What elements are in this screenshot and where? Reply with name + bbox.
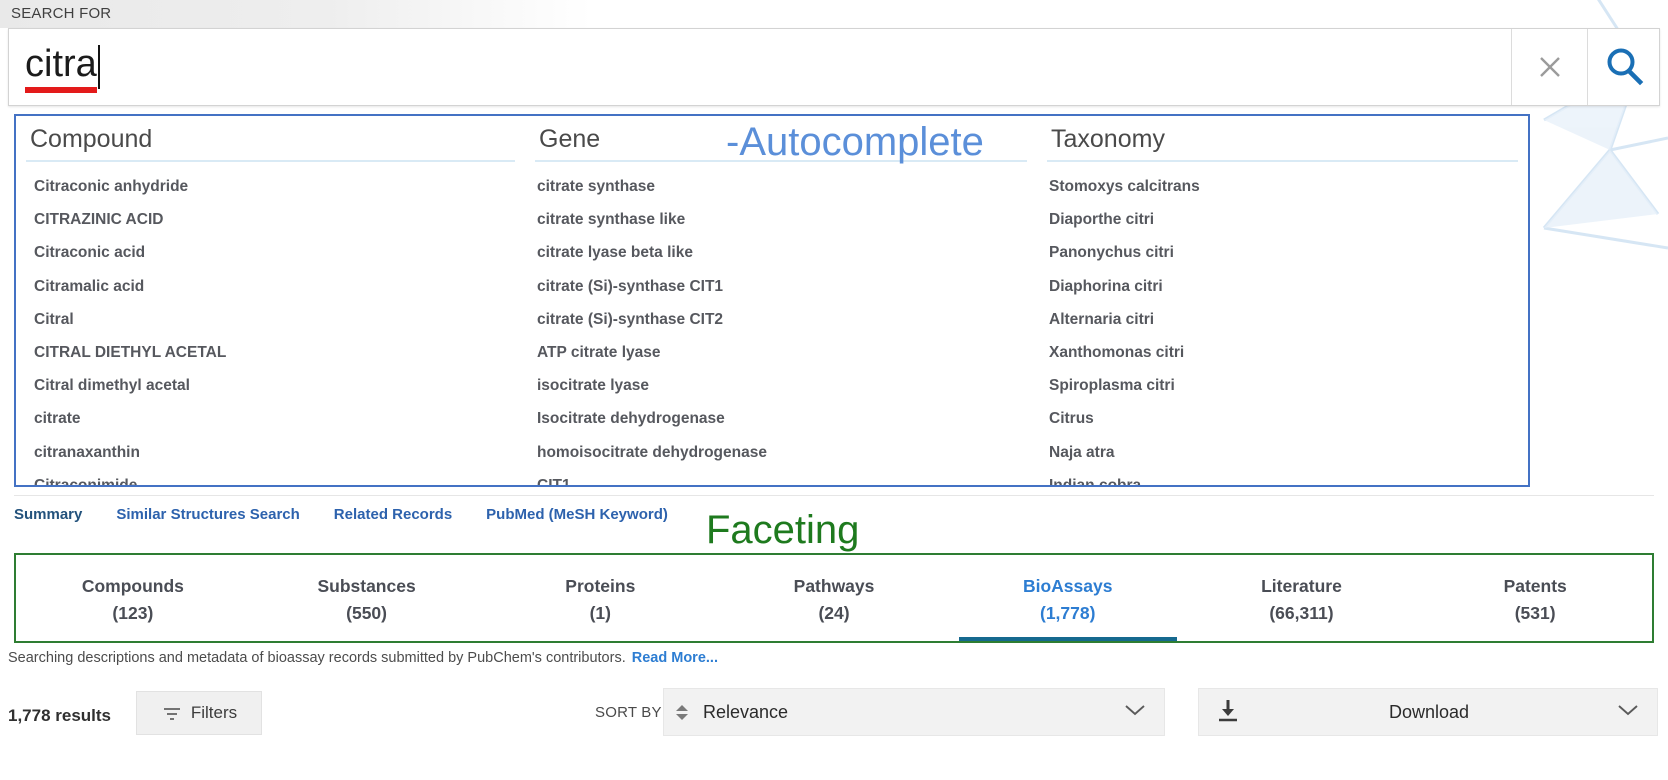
pubchem-search-page: SEARCH FOR citra Compound Citraconic anh… (0, 0, 1668, 780)
list-item[interactable]: CITRAZINIC ACID (16, 203, 525, 236)
tab-proteins[interactable]: Proteins (1) (483, 555, 717, 641)
tab-patents[interactable]: Patents (531) (1418, 555, 1652, 641)
autocomplete-column-header: Compound (30, 125, 153, 153)
list-item[interactable]: Indian cobra (1037, 469, 1528, 485)
list-item[interactable]: Naja atra (1037, 436, 1528, 469)
chevron-down-icon (1124, 703, 1146, 722)
list-item[interactable]: citranaxanthin (16, 436, 525, 469)
tab-substances[interactable]: Substances (550) (250, 555, 484, 641)
autocomplete-dropdown[interactable]: Compound Citraconic anhydride CITRAZINIC… (14, 114, 1530, 487)
download-icon (1215, 697, 1241, 728)
autocomplete-column-header: Taxonomy (1051, 125, 1165, 153)
filters-button[interactable]: Filters (136, 691, 262, 735)
autocomplete-column-taxonomy: Taxonomy Stomoxys calcitrans Diaporthe c… (1037, 116, 1528, 485)
tab-count: (531) (1514, 603, 1556, 623)
autocomplete-suggestion-list: Stomoxys calcitrans Diaporthe citri Pano… (1037, 162, 1528, 485)
search-box[interactable]: citra (8, 28, 1660, 106)
clear-search-button[interactable] (1511, 29, 1587, 105)
list-item[interactable]: citrate (Si)-synthase CIT1 (525, 270, 1037, 303)
list-item[interactable]: citrate lyase beta like (525, 236, 1037, 269)
autocomplete-column-compound: Compound Citraconic anhydride CITRAZINIC… (16, 116, 525, 485)
list-item[interactable]: Xanthomonas citri (1037, 336, 1528, 369)
search-scope-description: Searching descriptions and metadata of b… (8, 650, 718, 666)
tab-literature[interactable]: Literature (66,311) (1185, 555, 1419, 641)
list-item[interactable]: Alternaria citri (1037, 303, 1528, 336)
list-item[interactable]: Citraconic acid (16, 236, 525, 269)
tab-count: (550) (346, 603, 387, 623)
tab-label: Literature (1261, 575, 1342, 596)
list-item[interactable]: Spiroplasma citri (1037, 369, 1528, 402)
search-for-label: SEARCH FOR (11, 5, 112, 22)
list-item[interactable]: CIT1 (525, 469, 1037, 485)
tab-label: BioAssays (1022, 575, 1113, 596)
quick-link-similar-structures-search[interactable]: Similar Structures Search (116, 506, 299, 523)
download-button[interactable]: Download (1198, 688, 1658, 736)
tab-bioassays[interactable]: BioAssays (1,778) (951, 555, 1185, 641)
submit-search-button[interactable] (1587, 29, 1659, 105)
sort-spinner-icon (675, 704, 689, 720)
tab-label: Patents (1503, 575, 1567, 596)
read-more-link[interactable]: Read More... (632, 650, 718, 666)
list-item[interactable]: homoisocitrate dehydrogenase (525, 436, 1037, 469)
facet-tabs-container: Compounds (123) Substances (550) Protein… (14, 553, 1654, 643)
quick-links-row: Summary Similar Structures Search Relate… (14, 495, 1654, 533)
text-caret (97, 45, 100, 89)
list-item[interactable]: Stomoxys calcitrans (1037, 170, 1528, 203)
autocomplete-suggestion-list: citrate synthase citrate synthase like c… (525, 162, 1037, 485)
tab-count: (1,778) (1040, 603, 1096, 623)
list-item[interactable]: Diaporthe citri (1037, 203, 1528, 236)
list-item[interactable]: Citral dimethyl acetal (16, 369, 525, 402)
list-item[interactable]: citrate (16, 402, 525, 435)
download-button-label: Download (1388, 701, 1470, 722)
tab-count: (123) (112, 603, 154, 623)
tab-count: (66,311) (1269, 603, 1334, 623)
list-item[interactable]: Citraconic anhydride (16, 170, 525, 203)
search-input-value: citra (25, 45, 97, 93)
tab-count: (1) (589, 603, 611, 623)
search-input[interactable]: citra (9, 29, 1511, 105)
list-item[interactable]: Diaphorina citri (1037, 270, 1528, 303)
list-item[interactable]: isocitrate lyase (525, 369, 1037, 402)
list-item[interactable]: Citramalic acid (16, 270, 525, 303)
quick-link-summary[interactable]: Summary (14, 506, 82, 523)
list-item[interactable]: citrate synthase (525, 170, 1037, 203)
tab-pathways[interactable]: Pathways (24) (717, 555, 951, 641)
sort-by-value: Relevance (703, 701, 789, 722)
list-item[interactable]: citrate (Si)-synthase CIT2 (525, 303, 1037, 336)
autocomplete-column-header: Gene (539, 125, 601, 153)
list-item[interactable]: ATP citrate lyase (525, 336, 1037, 369)
description-text: Searching descriptions and metadata of b… (8, 650, 626, 666)
quick-link-pubmed-mesh-keyword[interactable]: PubMed (MeSH Keyword) (486, 506, 668, 523)
tab-compounds[interactable]: Compounds (123) (16, 555, 250, 641)
filters-button-label: Filters (190, 703, 238, 722)
tab-label: Compounds (81, 575, 184, 596)
list-item[interactable]: CITRAL DIETHYL ACETAL (16, 336, 525, 369)
search-icon (1607, 48, 1643, 86)
sort-by-select[interactable]: Relevance (663, 688, 1165, 736)
tab-label: Pathways (793, 575, 875, 596)
list-item[interactable]: Citraconimide (16, 469, 525, 485)
chevron-down-icon (1617, 703, 1639, 722)
results-count: 1,778 results (8, 706, 112, 725)
list-item[interactable]: Panonychus citri (1037, 236, 1528, 269)
list-item[interactable]: Citral (16, 303, 525, 336)
filter-icon (163, 708, 180, 720)
list-item[interactable]: citrate synthase like (525, 203, 1037, 236)
tab-count: (24) (818, 603, 850, 623)
tab-label: Substances (317, 575, 416, 596)
sort-by-label: SORT BY (595, 704, 662, 721)
close-icon (1539, 57, 1560, 77)
results-toolbar: 1,778 results Filters SORT BY Relevance (0, 686, 1668, 780)
tab-label: Proteins (565, 575, 636, 596)
autocomplete-column-gene: Gene citrate synthase citrate synthase l… (525, 116, 1037, 485)
list-item[interactable]: Citrus (1037, 402, 1528, 435)
autocomplete-suggestion-list: Citraconic anhydride CITRAZINIC ACID Cit… (16, 162, 525, 485)
list-item[interactable]: Isocitrate dehydrogenase (525, 402, 1037, 435)
quick-link-related-records[interactable]: Related Records (334, 506, 452, 523)
